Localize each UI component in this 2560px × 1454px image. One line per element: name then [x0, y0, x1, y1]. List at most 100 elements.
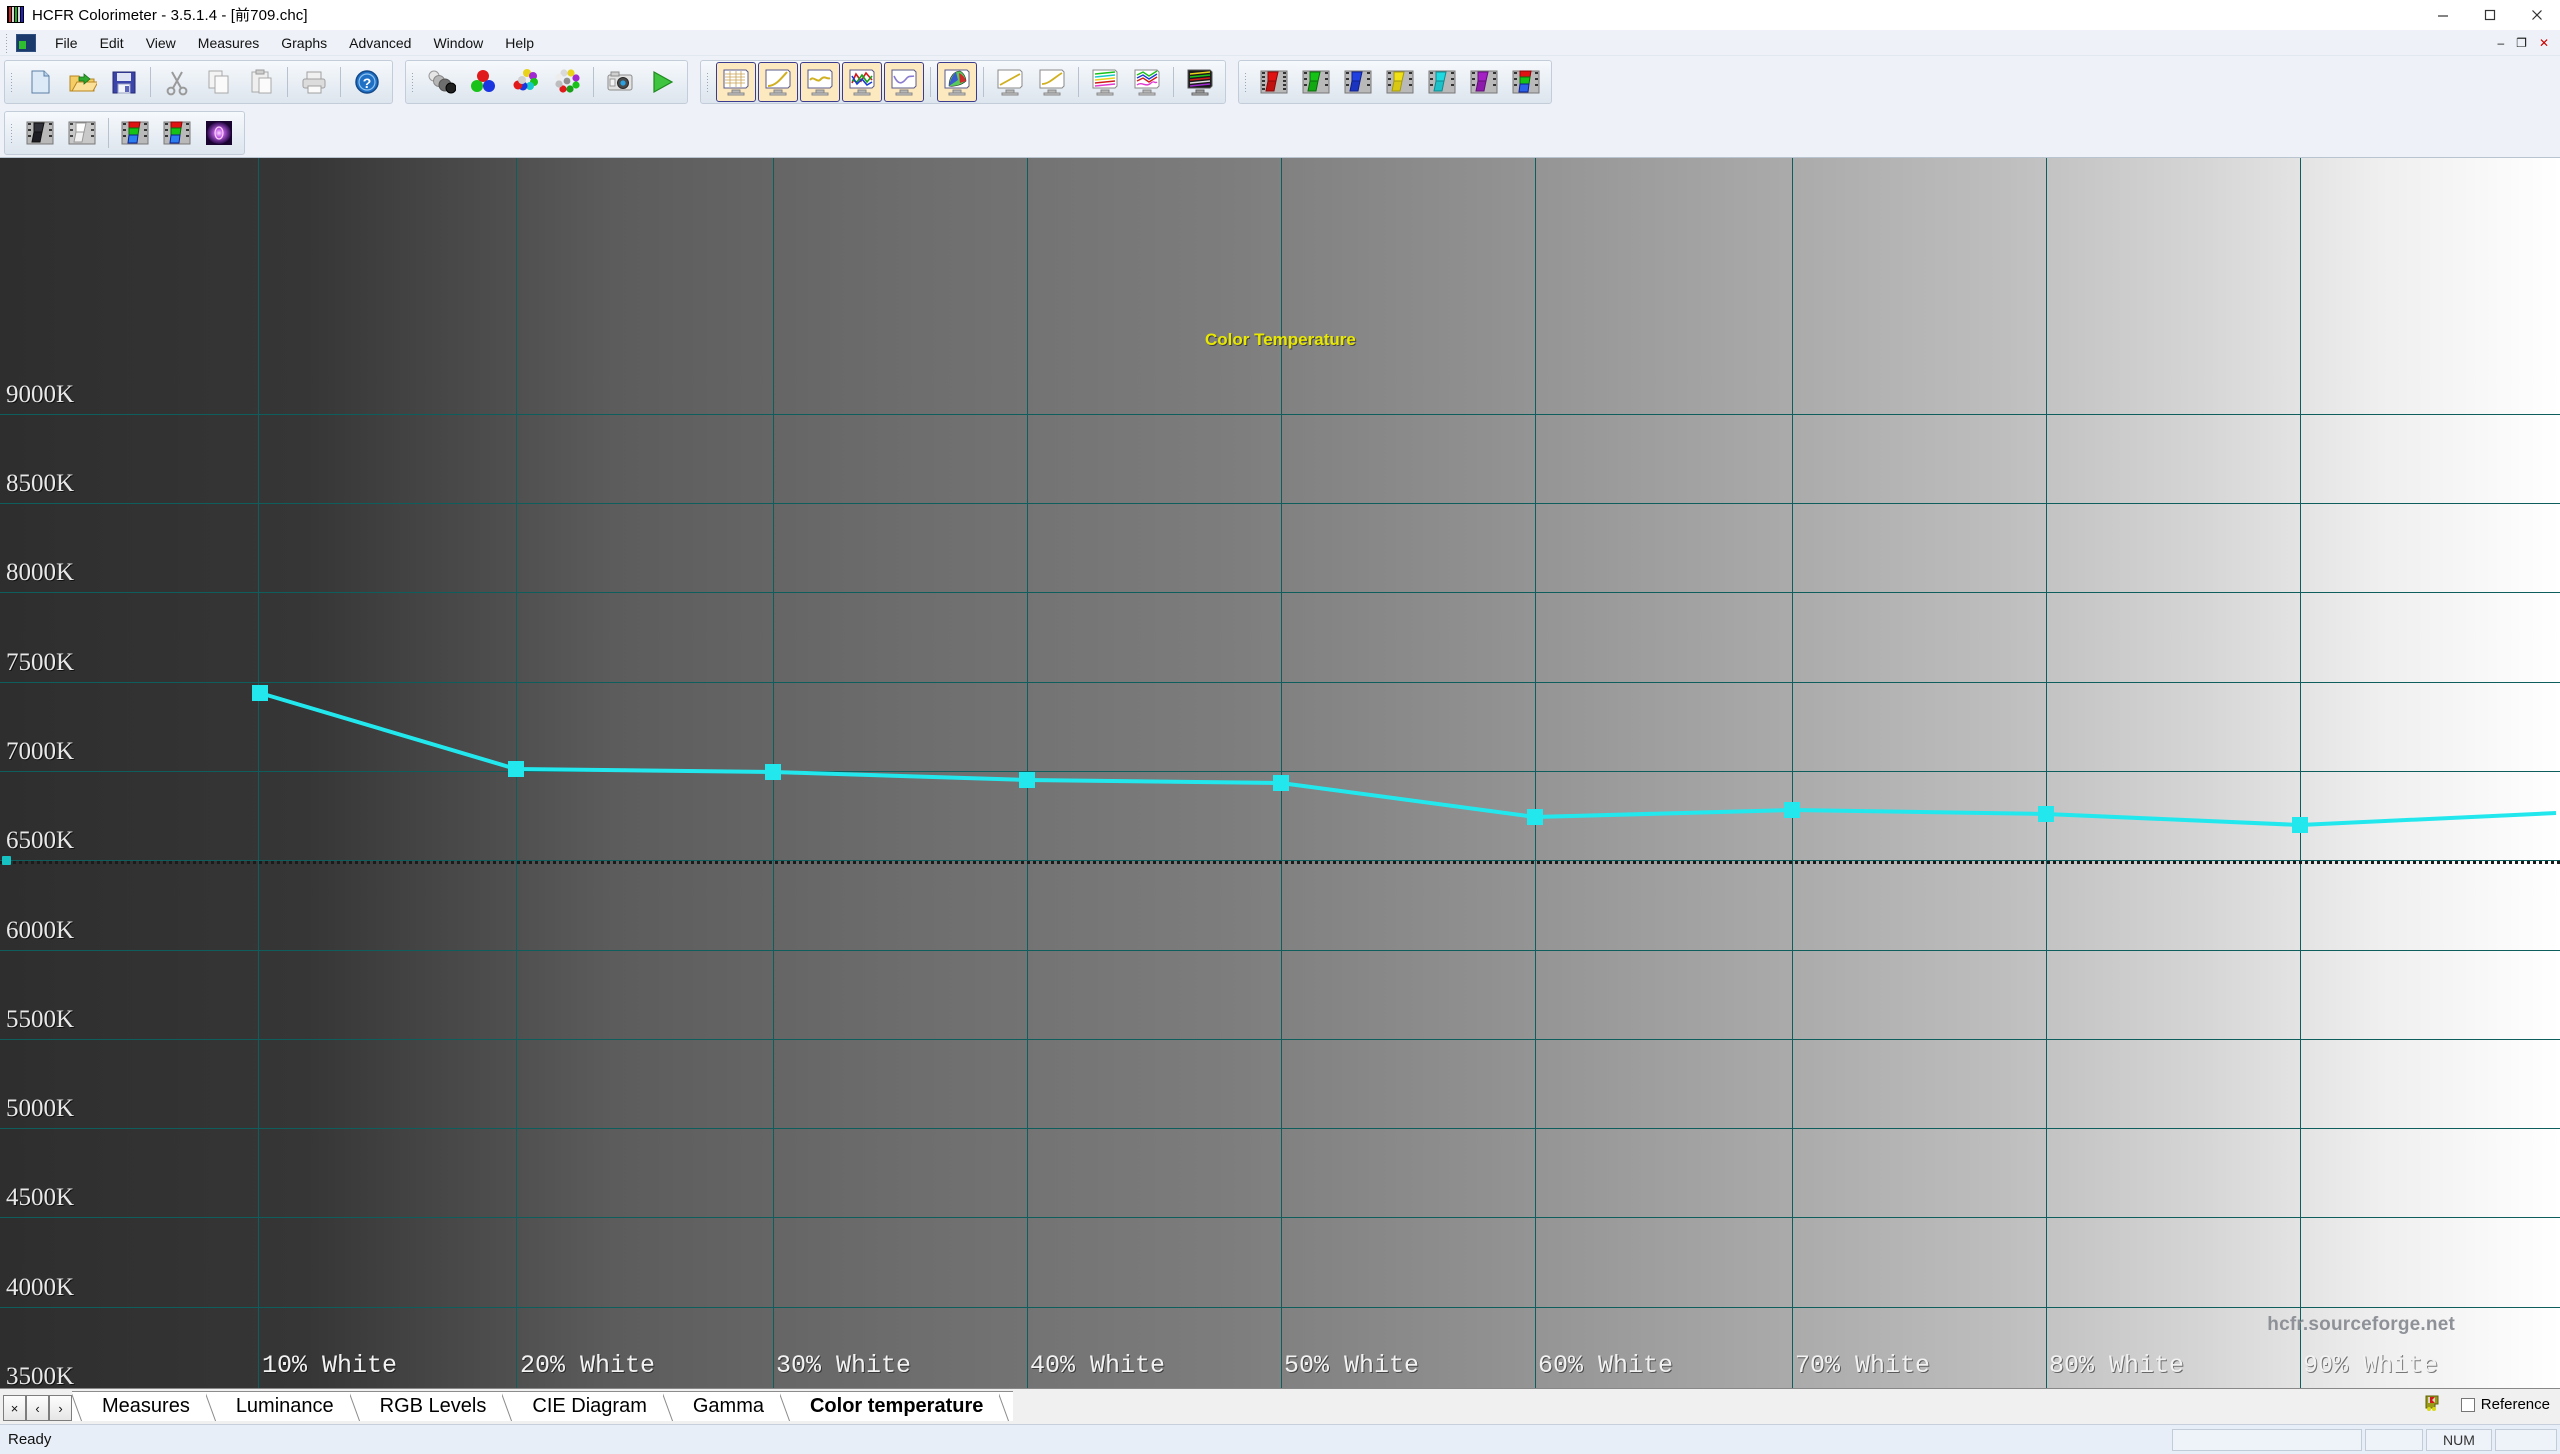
tab-separator: [999, 1391, 1014, 1421]
title-bar: HCFR Colorimeter - 3.5.1.4 - [前709.chc]: [0, 0, 2560, 30]
toolbar-separator: [287, 67, 288, 97]
pattern-rgb-secondaries-button[interactable]: [157, 113, 197, 153]
status-message: Ready: [8, 1431, 52, 1448]
tab-measures[interactable]: Measures: [86, 1391, 206, 1421]
paste-button[interactable]: [241, 62, 281, 102]
save-file-button[interactable]: [104, 62, 144, 102]
window-title: HCFR Colorimeter - 3.5.1.4 - [前709.chc]: [32, 7, 308, 24]
graph-dark-panel-button[interactable]: [1180, 62, 1220, 102]
measures-toolbar-gripper[interactable]: [409, 72, 418, 92]
tab-separator: [349, 1391, 364, 1421]
filter-rgb-button[interactable]: [1506, 62, 1546, 102]
tab-color-temperature[interactable]: Color temperature: [793, 1391, 1000, 1421]
measures-toolbar: [405, 60, 688, 104]
tab-close-button[interactable]: ×: [3, 1395, 26, 1421]
graph-luminance-alt-button[interactable]: [990, 62, 1030, 102]
tab-cie-diagram[interactable]: CIE Diagram: [516, 1391, 663, 1421]
tab-separator: [205, 1391, 220, 1421]
menu-view[interactable]: View: [135, 32, 187, 54]
x-axis-label: 20% White: [520, 1351, 656, 1380]
pattern-rgb-primaries-button[interactable]: [115, 113, 155, 153]
graph-color-temperature-button[interactable]: [884, 62, 924, 102]
color-filters-toolbar: [1238, 60, 1552, 104]
tab-bar: × ‹ › Measures Luminance RGB Levels CIE …: [0, 1388, 2560, 1424]
graph-gamma-alt-button[interactable]: [1032, 62, 1072, 102]
tab-rgb-levels[interactable]: RGB Levels: [363, 1391, 503, 1421]
new-file-button[interactable]: [20, 62, 60, 102]
toolbar-separator: [1173, 67, 1174, 97]
menu-graphs[interactable]: Graphs: [270, 32, 338, 54]
tab-separator: [662, 1391, 677, 1421]
tab-next-button[interactable]: ›: [49, 1395, 72, 1421]
pattern-white-button[interactable]: [62, 113, 102, 153]
filter-cyan-button[interactable]: [1422, 62, 1462, 102]
graph-cie-diagram-button[interactable]: [937, 62, 977, 102]
menu-measures[interactable]: Measures: [187, 32, 270, 54]
reference-checkbox-label: Reference: [2480, 1396, 2550, 1413]
menu-window[interactable]: Window: [422, 32, 494, 54]
graph-rgb-levels-button[interactable]: [842, 62, 882, 102]
capture-button[interactable]: [600, 62, 640, 102]
maximize-button[interactable]: [2466, 0, 2513, 30]
status-panel-4: [2495, 1428, 2557, 1451]
standard-toolbar-gripper[interactable]: [8, 72, 17, 92]
patterns-toolbar-gripper[interactable]: [8, 122, 17, 143]
filter-red-button[interactable]: [1254, 62, 1294, 102]
reference-checkbox[interactable]: Reference: [2460, 1396, 2550, 1413]
copy-button[interactable]: [199, 62, 239, 102]
pattern-black-button[interactable]: [20, 113, 60, 153]
filter-yellow-button[interactable]: [1380, 62, 1420, 102]
svg-text:?: ?: [363, 75, 372, 91]
cut-button[interactable]: [157, 62, 197, 102]
help-button[interactable]: ?: [347, 62, 387, 102]
run-measure-button[interactable]: [642, 62, 682, 102]
graph-luminance-button[interactable]: [758, 62, 798, 102]
close-button[interactable]: [2513, 0, 2560, 30]
menu-gripper[interactable]: [3, 32, 12, 53]
color-temperature-graph[interactable]: Color Temperature 9000K 8500K 8000K 7500…: [0, 158, 2560, 1388]
filter-blue-button[interactable]: [1338, 62, 1378, 102]
watermark: hcfr.sourceforge.net: [2267, 1314, 2455, 1335]
sensor-device-icon[interactable]: [2423, 1391, 2445, 1418]
graph-near-white-button[interactable]: [1127, 62, 1167, 102]
measure-colorchecker-button[interactable]: [547, 62, 587, 102]
tab-prev-button[interactable]: ‹: [26, 1395, 49, 1421]
status-panel-2: [2365, 1428, 2423, 1451]
measure-saturations-button[interactable]: [505, 62, 545, 102]
graph-measures-button[interactable]: [716, 62, 756, 102]
graph-near-black-button[interactable]: [1085, 62, 1125, 102]
menu-advanced[interactable]: Advanced: [338, 32, 422, 54]
tab-separator: [502, 1391, 517, 1421]
x-axis-label: 90% White: [2303, 1351, 2439, 1380]
minimize-button[interactable]: [2419, 0, 2466, 30]
toolbar-separator: [150, 67, 151, 97]
measure-primaries-button[interactable]: [463, 62, 503, 102]
open-file-button[interactable]: [62, 62, 102, 102]
document-window-icon[interactable]: [16, 33, 36, 52]
mdi-close-button[interactable]: ✕: [2534, 34, 2554, 52]
tab-gamma[interactable]: Gamma: [676, 1391, 780, 1421]
menu-help[interactable]: Help: [494, 32, 545, 54]
color-filters-gripper[interactable]: [1242, 72, 1251, 92]
graphs-toolbar-gripper[interactable]: [704, 72, 713, 92]
graph-gamma-button[interactable]: [800, 62, 840, 102]
mdi-restore-button[interactable]: ❐: [2511, 34, 2532, 52]
tab-separator: [779, 1391, 794, 1421]
x-axis-label: 30% White: [776, 1351, 912, 1380]
print-button[interactable]: [294, 62, 334, 102]
filter-magenta-button[interactable]: [1464, 62, 1504, 102]
filter-green-button[interactable]: [1296, 62, 1336, 102]
x-axis-label: 10% White: [262, 1351, 398, 1380]
menu-edit[interactable]: Edit: [89, 32, 135, 54]
status-panel-num: NUM: [2426, 1428, 2492, 1451]
mdi-minimize-button[interactable]: –: [2492, 34, 2509, 52]
reference-checkbox-box[interactable]: [2460, 1397, 2475, 1412]
window-controls: [2419, 0, 2560, 30]
measure-grayscale-button[interactable]: [421, 62, 461, 102]
pattern-contrast-button[interactable]: [199, 113, 239, 153]
hcfr-bars-logo-icon: [7, 6, 24, 23]
menu-file[interactable]: File: [44, 32, 89, 54]
toolbar-separator: [1078, 67, 1079, 97]
tab-luminance[interactable]: Luminance: [219, 1391, 350, 1421]
toolbar-separator: [108, 117, 109, 148]
